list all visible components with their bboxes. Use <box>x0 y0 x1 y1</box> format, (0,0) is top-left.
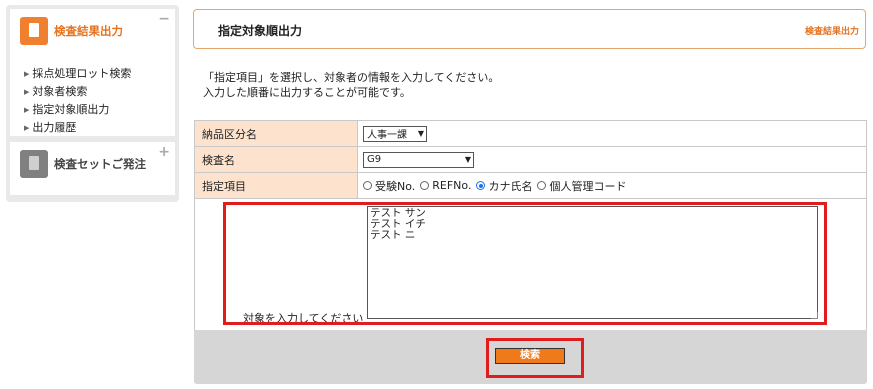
chevron-down-icon: ▼ <box>417 129 424 138</box>
sidebar-item-label: 出力履歴 <box>32 121 77 134</box>
search-button[interactable]: 検索 <box>495 348 565 364</box>
field-label: 指定項目 <box>194 172 358 199</box>
sidebar-item-label: 対象者検索 <box>32 85 88 98</box>
radio-personal-code[interactable]: 個人管理コード <box>537 178 626 194</box>
radio-icon <box>363 181 372 190</box>
sidebar-item-lot-search[interactable]: ▶ 採点処理ロット検索 <box>24 65 131 83</box>
bullet-icon: ▶ <box>24 70 30 78</box>
sidebar-section-title: 検査結果出力 <box>54 24 123 38</box>
form-row-delivery: 納品区分名 人事一課 ▼ <box>194 120 867 147</box>
sidebar-item-output-history[interactable]: ▶ 出力履歴 <box>24 119 131 137</box>
page-title: 指定対象順出力 <box>218 24 303 38</box>
form-row-exam: 検査名 G9 ▼ <box>194 146 867 173</box>
sidebar-section-title: 検査セットご発注 <box>54 157 146 171</box>
delivery-select-value: 人事一課 <box>367 130 407 141</box>
chevron-down-icon: ▼ <box>464 155 471 164</box>
bullet-icon: ▶ <box>24 88 30 96</box>
radio-label: カナ氏名 <box>488 179 533 193</box>
sidebar-item-ordered-output[interactable]: ▶ 指定対象順出力 <box>24 101 131 119</box>
expand-icon[interactable]: + <box>158 144 170 160</box>
intro-text: 「指定項目」を選択し、対象者の情報を入力してください。 入力した順番に出力するこ… <box>203 70 499 100</box>
sidebar-item-label: 指定対象順出力 <box>32 103 110 116</box>
intro-line: 入力した順番に出力することが可能です。 <box>203 86 411 99</box>
exam-select[interactable]: G9 ▼ <box>363 151 474 168</box>
exam-select-value: G9 <box>367 154 382 165</box>
sidebar-section-header[interactable]: 検査結果出力 <box>20 17 123 45</box>
radio-label: 受験No. <box>375 179 416 193</box>
sidebar-section-results: 検査結果出力 − ▶ 採点処理ロット検索 ▶ 対象者検索 ▶ 指定対象順出力 ▶ 出力履… <box>10 9 175 136</box>
collapse-icon[interactable]: − <box>158 11 170 27</box>
bullet-icon: ▶ <box>24 106 30 114</box>
sidebar-section-order: 検査セットご発注 + <box>10 142 175 195</box>
radio-label: REFNo. <box>432 179 472 192</box>
sidebar-section-header[interactable]: 検査セットご発注 <box>20 150 146 178</box>
highlight-box <box>223 202 827 325</box>
sidebar-item-label: 採点処理ロット検索 <box>32 67 132 80</box>
search-form: 納品区分名 人事一課 ▼ 検査名 G9 ▼ 指定項目 受験No. REFNo. … <box>194 120 867 199</box>
radio-selected-icon <box>476 181 486 190</box>
radio-icon <box>420 181 430 190</box>
intro-line: 「指定項目」を選択し、対象者の情報を入力してください。 <box>203 71 500 84</box>
radio-ref-no[interactable]: REFNo. <box>420 179 471 192</box>
radio-exam-no[interactable]: 受験No. <box>363 178 415 194</box>
sidebar-item-person-search[interactable]: ▶ 対象者検索 <box>24 83 131 101</box>
delivery-label: 納品区分名 <box>194 120 358 147</box>
bullet-icon: ▶ <box>24 124 30 132</box>
delivery-select[interactable]: 人事一課 ▼ <box>363 125 427 142</box>
cart-icon <box>20 150 48 178</box>
field-radio-group: 受験No. REFNo. カナ氏名 個人管理コード <box>363 178 866 194</box>
radio-kana-name[interactable]: カナ氏名 <box>476 178 532 194</box>
sidebar: 検査結果出力 − ▶ 採点処理ロット検索 ▶ 対象者検索 ▶ 指定対象順出力 ▶ 出力履… <box>6 5 179 202</box>
sidebar-menu: ▶ 採点処理ロット検索 ▶ 対象者検索 ▶ 指定対象順出力 ▶ 出力履歴 <box>24 65 131 137</box>
document-icon <box>20 17 48 45</box>
breadcrumb[interactable]: 検査結果出力 <box>805 24 859 37</box>
radio-label: 個人管理コード <box>549 179 627 193</box>
exam-label: 検査名 <box>194 146 358 173</box>
radio-icon <box>537 181 547 190</box>
form-row-field: 指定項目 受験No. REFNo. カナ氏名 個人管理コード <box>194 172 867 199</box>
page-header: 指定対象順出力 検査結果出力 <box>193 9 866 49</box>
